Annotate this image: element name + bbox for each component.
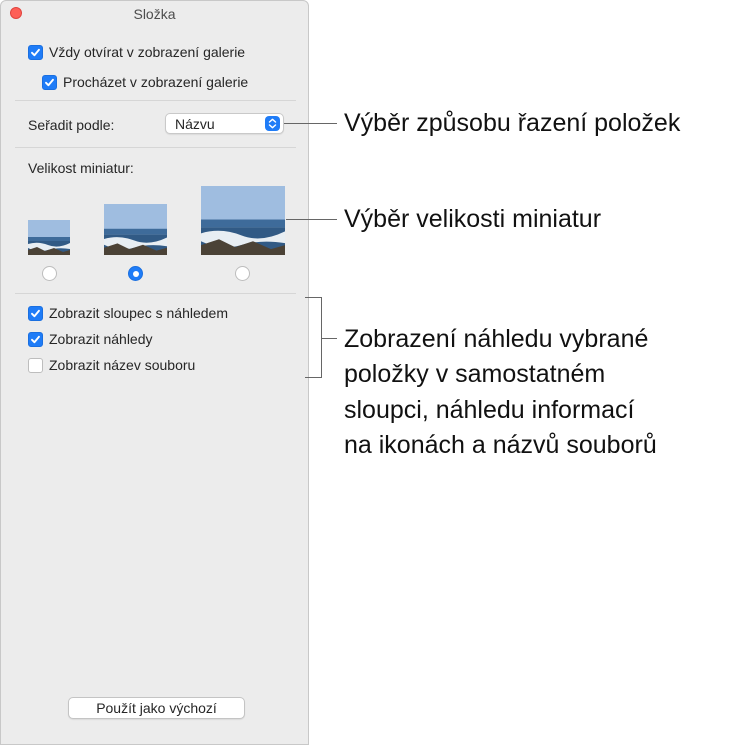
- callout-preview-line-3: sloupci, náhledu informací: [344, 396, 635, 424]
- use-as-default-button[interactable]: Použít jako výchozí: [68, 697, 245, 719]
- folder-options-window: Složka Vždy otvírat v zobrazení galerie …: [0, 0, 309, 745]
- preview-column-label: Zobrazit sloupec s náhledem: [49, 305, 228, 321]
- callout-line: [322, 338, 337, 339]
- checkmark-icon: [31, 309, 40, 317]
- callout-line: [284, 123, 337, 124]
- callout-preview-line-2: položky v samostatném: [344, 360, 606, 388]
- thumb-small-image[interactable]: [28, 220, 70, 255]
- always-gallery-checkbox[interactable]: [28, 44, 43, 60]
- callout-preview-line-4: na ikonách a názvů souborů: [344, 431, 657, 459]
- radio-dot: [132, 270, 139, 277]
- preview-column-checkbox[interactable]: [28, 305, 43, 321]
- divider: [15, 100, 296, 101]
- previews-option[interactable]: Zobrazit náhledy: [28, 331, 153, 347]
- previews-checkbox[interactable]: [28, 331, 43, 347]
- always-gallery-label: Vždy otvírat v zobrazení galerie: [49, 44, 246, 60]
- filename-checkbox[interactable]: [28, 357, 43, 373]
- checkmark-icon: [31, 48, 40, 56]
- callout-line: [286, 219, 337, 220]
- preview-column-option[interactable]: Zobrazit sloupec s náhledem: [28, 305, 228, 321]
- browse-gallery-option[interactable]: Procházet v zobrazení galerie: [42, 74, 248, 90]
- callout-sort: Výběr způsobu řazení položek: [344, 109, 681, 137]
- divider: [15, 147, 296, 148]
- callout-preview-line-1: Zobrazení náhledu vybrané: [344, 325, 649, 353]
- browse-gallery-label: Procházet v zobrazení galerie: [63, 74, 249, 90]
- filename-label: Zobrazit název souboru: [49, 357, 196, 373]
- thumb-medium-radio[interactable]: [128, 266, 143, 281]
- thumb-large-radio[interactable]: [235, 266, 250, 281]
- window-title: Složka: [133, 6, 176, 22]
- sort-select-value: Názvu: [175, 115, 215, 132]
- titlebar: Složka: [1, 1, 308, 27]
- previews-label: Zobrazit náhledy: [49, 331, 153, 347]
- thumb-medium-image[interactable]: [104, 204, 167, 255]
- divider: [15, 293, 296, 294]
- updown-chevron-icon: [265, 116, 280, 131]
- sort-select[interactable]: Názvu: [165, 113, 284, 134]
- thumb-small-radio[interactable]: [42, 266, 57, 281]
- browse-gallery-checkbox[interactable]: [42, 74, 57, 90]
- callout-bracket: [305, 297, 322, 378]
- thumb-size-label: Velikost miniatur:: [28, 160, 134, 176]
- checkmark-icon: [31, 335, 40, 343]
- sort-label: Seřadit podle:: [28, 117, 115, 133]
- thumb-large-image[interactable]: [201, 186, 285, 255]
- filename-option[interactable]: Zobrazit název souboru: [28, 357, 195, 373]
- checkmark-icon: [45, 78, 54, 86]
- always-gallery-option[interactable]: Vždy otvírat v zobrazení galerie: [28, 44, 245, 60]
- callout-size: Výběr velikosti miniatur: [344, 205, 602, 233]
